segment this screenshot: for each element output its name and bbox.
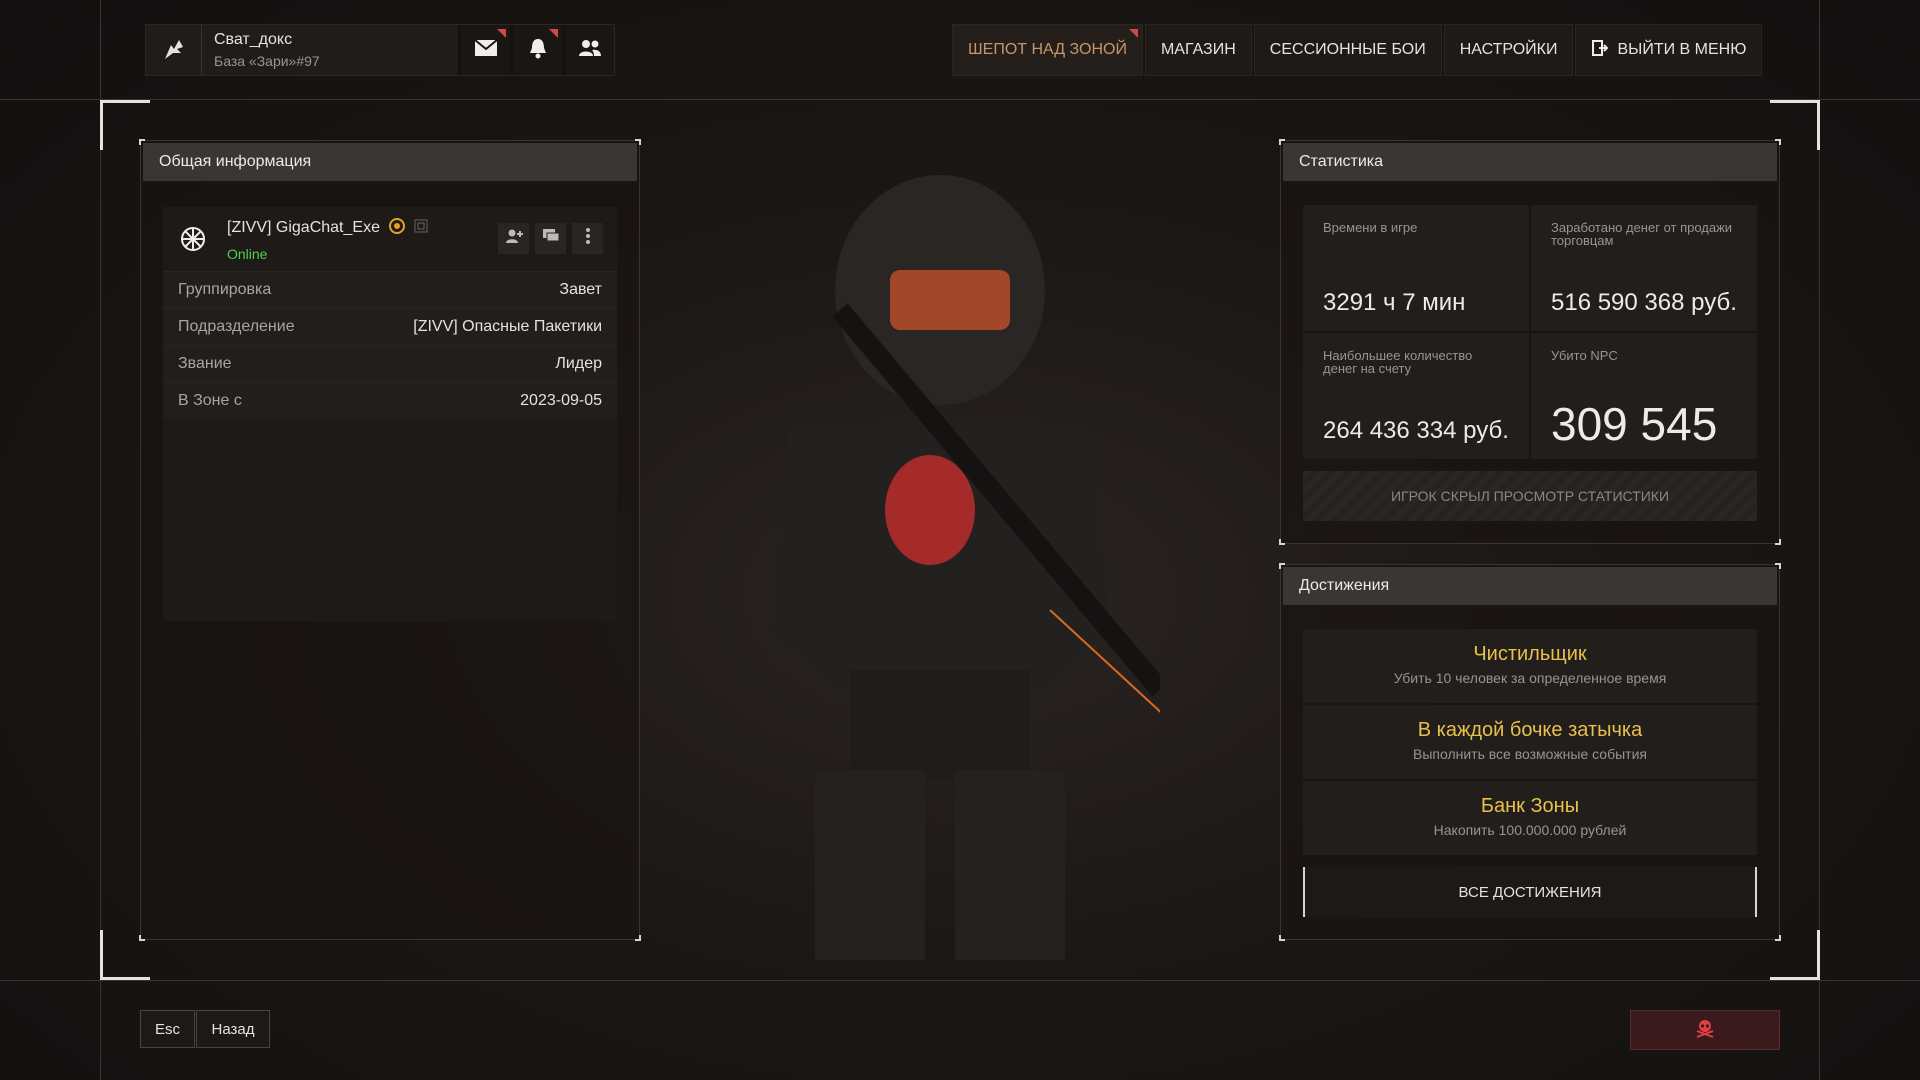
esc-key-button[interactable]: Esc — [140, 1010, 195, 1048]
profile-name: Сват_докс — [214, 31, 293, 48]
back-button[interactable]: Назад — [196, 1010, 270, 1048]
all-achievements-button[interactable]: ВСЕ ДОСТИЖЕНИЯ — [1303, 867, 1757, 917]
mail-button[interactable] — [458, 25, 510, 75]
info-value: [ZIVV] Опасные Пакетики — [413, 318, 602, 335]
main-nav: ШЕПОТ НАД ЗОНОЙ МАГАЗИН СЕССИОННЫЕ БОИ Н… — [952, 24, 1763, 76]
mail-icon — [473, 38, 498, 62]
online-status: Online — [227, 245, 268, 262]
panel-corner — [1279, 139, 1285, 145]
panel-corner — [1279, 935, 1285, 941]
info-row-zone-since: В Зоне с 2023-09-05 — [163, 382, 617, 419]
achievement-item[interactable]: Банк Зоны Накопить 100.000.000 рублей — [1303, 781, 1757, 855]
stat-earned: Заработано денег от продажи торговцам 516… — [1531, 205, 1757, 331]
notification-dot — [497, 29, 506, 38]
achievement-item[interactable]: В каждой бочке затычка Выполнить все воз… — [1303, 705, 1757, 779]
notification-dot — [549, 29, 558, 38]
nav-settings[interactable]: НАСТРОЙКИ — [1443, 24, 1574, 76]
player-name: [ZIVV] GigaChat_Exe — [227, 219, 380, 236]
friends-button[interactable] — [562, 25, 614, 75]
panel-corner — [635, 935, 641, 941]
kebab-menu-icon — [585, 227, 591, 250]
achievement-title: Чистильщик — [1473, 643, 1587, 665]
panel-corner — [1279, 539, 1285, 545]
more-options-button[interactable] — [572, 223, 603, 254]
profile-bar: Сват_докс База «Зари»#97 — [145, 24, 615, 76]
panel-corner — [139, 139, 145, 145]
add-friend-button[interactable] — [498, 223, 529, 254]
badge-icon — [388, 217, 406, 240]
add-user-icon — [505, 228, 523, 249]
info-value: 2023-09-05 — [520, 392, 602, 409]
stat-label: Времени в игре — [1323, 220, 1418, 235]
achievement-desc: Выполнить все возможные события — [1413, 746, 1647, 762]
panel-corner — [1775, 935, 1781, 941]
panel-corner — [1775, 139, 1781, 145]
achievement-item[interactable]: Чистильщик Убить 10 человек за определен… — [1303, 629, 1757, 703]
info-key: Группировка — [178, 281, 272, 298]
stats-title: Статистика — [1283, 143, 1777, 183]
achievement-desc: Убить 10 человек за определенное время — [1393, 670, 1667, 686]
character-model — [720, 170, 1441, 971]
nav-label: НАСТРОЙКИ — [1459, 41, 1558, 58]
panel-corner — [1775, 563, 1781, 569]
frame-line-right — [1819, 0, 1820, 1080]
player-card: [ZIVV] GigaChat_Exe Online Группировка За… — [163, 207, 617, 621]
frame-line-bottom — [0, 980, 1920, 981]
stat-label: Заработано денег от продажи торговцам — [1551, 220, 1733, 248]
stat-value: 309 545 — [1551, 398, 1718, 450]
achievement-desc: Накопить 100.000.000 рублей — [1433, 822, 1627, 838]
stat-label: Убито NPC — [1551, 348, 1618, 363]
nav-whisper[interactable]: ШЕПОТ НАД ЗОНОЙ — [952, 24, 1143, 76]
profile-base: База «Зари»#97 — [214, 53, 320, 69]
nav-exit-to-menu[interactable]: ВЫЙТИ В МЕНЮ — [1575, 24, 1763, 76]
stats-panel: Статистика Времени в игре 3291 ч 7 мин За… — [1279, 139, 1781, 545]
notification-dot — [1128, 29, 1138, 38]
info-row-rank: Звание Лидер — [163, 345, 617, 382]
clan-emblem-icon — [177, 223, 209, 255]
stat-max-money: Наибольшее количество денег на счету 264 … — [1303, 333, 1529, 459]
info-row-division: Подразделение [ZIVV] Опасные Пакетики — [163, 308, 617, 345]
info-value: Лидер — [555, 355, 602, 372]
nav-shop[interactable]: МАГАЗИН — [1144, 24, 1252, 76]
general-info-panel: Общая информация [ZIVV] GigaChat_Exe Onl… — [139, 139, 641, 941]
copy-icon[interactable] — [414, 219, 428, 238]
achievements-panel: Достижения Чистильщик Убить 10 человек з… — [1279, 563, 1781, 941]
faction-logo-icon — [146, 25, 202, 75]
achievements-title: Достижения — [1283, 567, 1777, 607]
achievement-title: В каждой бочке затычка — [1417, 719, 1643, 741]
stat-value: 516 590 368 руб. — [1551, 289, 1737, 316]
bell-icon — [528, 37, 548, 64]
friends-icon — [578, 38, 602, 63]
stat-value: 264 436 334 руб. — [1323, 417, 1509, 444]
panel-corner — [139, 935, 145, 941]
frame-line-top — [0, 99, 1920, 100]
message-button[interactable] — [535, 223, 566, 254]
skull-icon — [1694, 1017, 1716, 1044]
general-info-title: Общая информация — [143, 143, 637, 183]
panel-corner — [1775, 539, 1781, 545]
info-key: Подразделение — [178, 318, 295, 335]
info-key: В Зоне с — [178, 392, 242, 409]
stat-label: Наибольшее количество денег на счету — [1323, 348, 1473, 376]
info-key: Звание — [178, 355, 232, 372]
info-row-faction: Группировка Завет — [163, 271, 617, 308]
notifications-button[interactable] — [510, 25, 562, 75]
report-button[interactable] — [1630, 1010, 1780, 1050]
nav-session-battles[interactable]: СЕССИОННЫЕ БОИ — [1253, 24, 1442, 76]
nav-label: ВЫЙТИ В МЕНЮ — [1617, 41, 1747, 58]
nav-label: ШЕПОТ НАД ЗОНОЙ — [968, 41, 1127, 58]
stat-npc-kills: Убито NPC 309 545 — [1531, 333, 1757, 459]
panel-corner — [635, 139, 641, 145]
chat-icon — [542, 228, 560, 249]
stats-hidden-note: ИГРОК СКРЫЛ ПРОСМОТР СТАТИСТИКИ — [1303, 471, 1757, 521]
nav-label: СЕССИОННЫЕ БОИ — [1269, 41, 1426, 58]
achievement-title: Банк Зоны — [1480, 795, 1580, 817]
frame-line-left — [100, 0, 101, 1080]
stat-value: 3291 ч 7 мин — [1323, 289, 1466, 316]
info-value: Завет — [559, 281, 602, 298]
nav-label: МАГАЗИН — [1160, 41, 1236, 58]
exit-icon — [1591, 39, 1609, 62]
stat-playtime: Времени в игре 3291 ч 7 мин — [1303, 205, 1529, 331]
panel-corner — [1279, 563, 1285, 569]
